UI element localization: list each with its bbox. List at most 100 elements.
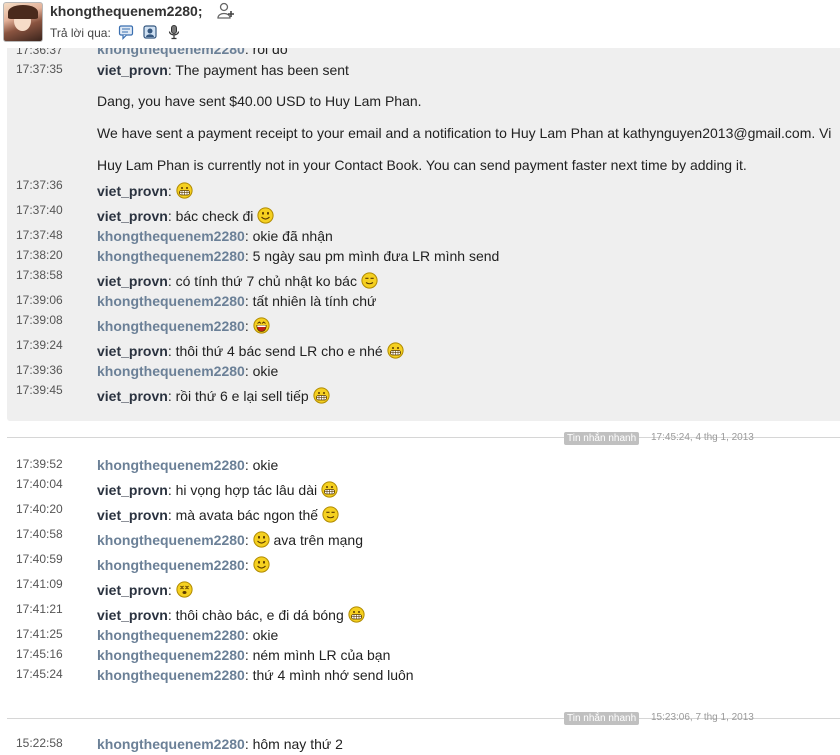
message-line: viet_provn: mà avata bác ngon thế — [97, 506, 339, 523]
message-text: thôi chào bác, e đi dá bóng — [175, 607, 344, 623]
message-line: Huy Lam Phan is currently not in your Co… — [97, 157, 747, 173]
message-line: khongthequenem2280: okie — [97, 457, 279, 473]
sender-name[interactable]: viet_provn — [97, 607, 168, 623]
chat-header: khongthequenem2280; Trả lời qua: — [0, 0, 840, 48]
message-text: có tính thứ 7 chủ nhật ko bác — [175, 273, 357, 289]
message-time: 17:37:48 — [16, 228, 63, 242]
grin-emoticon-icon — [175, 182, 193, 199]
grin-emoticon-icon — [321, 481, 338, 498]
message-text: 5 ngày sau pm mình đưa LR mình send — [252, 248, 500, 264]
sender-name[interactable]: khongthequenem2280 — [97, 248, 245, 264]
message-line: viet_provn: thôi chào bác, e đi dá bóng — [97, 606, 365, 623]
session-timestamp: 15:23:06, 7 thg 1, 2013 — [651, 712, 754, 723]
message-text: okie đã nhận — [252, 228, 333, 244]
message-time: 17:40:20 — [16, 502, 63, 516]
message-line: viet_provn: có tính thứ 7 chủ nhật ko bá… — [97, 272, 378, 289]
message-text: thôi thứ 4 bác send LR cho e nhé — [175, 343, 383, 359]
message-line: We have sent a payment receipt to your e… — [97, 125, 831, 141]
sender-name[interactable]: khongthequenem2280 — [97, 293, 245, 309]
message-text: mà avata bác ngon thế — [175, 507, 319, 523]
message-time: 17:37:36 — [16, 178, 63, 192]
sender-name[interactable]: viet_provn — [97, 208, 168, 224]
message-time: 17:41:21 — [16, 602, 63, 616]
message-line: viet_provn: — [97, 182, 193, 199]
sender-name[interactable]: khongthequenem2280 — [97, 318, 245, 334]
sender-name[interactable]: khongthequenem2280 — [97, 736, 245, 752]
squint-emoticon-icon — [322, 506, 339, 523]
message-line: khongthequenem2280: hôm nay thứ 2 — [97, 736, 343, 752]
sender-name[interactable]: viet_provn — [97, 183, 168, 199]
message-text: The payment has been sent — [175, 62, 349, 78]
sender-name[interactable]: khongthequenem2280 — [97, 627, 245, 643]
contact-name[interactable]: khongthequenem2280; — [50, 3, 202, 19]
grin-emoticon-icon — [348, 606, 365, 623]
message-text: hôm nay thứ 2 — [252, 736, 343, 752]
message-time: 17:38:20 — [16, 248, 63, 262]
message-text: ava trên mạng — [273, 532, 364, 548]
message-time: 17:41:09 — [16, 577, 63, 591]
message-time: 17:39:45 — [16, 383, 63, 397]
message-time: 17:37:40 — [16, 203, 63, 217]
message-time: 17:39:08 — [16, 313, 63, 327]
message-time: 17:39:24 — [16, 338, 63, 352]
message-line: viet_provn: hi vọng hợp tác lâu dài — [97, 481, 338, 498]
message-time: 17:39:06 — [16, 293, 63, 307]
reply-via-label: Trả lời qua: — [50, 26, 111, 40]
message-text: okie — [252, 627, 279, 643]
message-line: khongthequenem2280: ném mình LR của bạn — [97, 647, 391, 663]
message-line: Dang, you have sent $40.00 USD to Huy La… — [97, 93, 422, 109]
message-time: 17:39:36 — [16, 363, 63, 377]
grin-emoticon-icon — [312, 387, 330, 404]
session-timestamp: 17:45:24, 4 thg 1, 2013 — [651, 432, 754, 443]
smile-emoticon-icon — [253, 556, 270, 573]
message-time: 17:45:16 — [16, 647, 63, 661]
smile-emoticon-icon — [257, 207, 274, 224]
message-line: khongthequenem2280: — [97, 556, 270, 573]
sender-name[interactable]: khongthequenem2280 — [97, 363, 245, 379]
microphone-icon[interactable] — [166, 24, 182, 40]
sender-name[interactable]: viet_provn — [97, 582, 168, 598]
message-time: 17:45:24 — [16, 667, 63, 681]
im-message-icon[interactable] — [118, 24, 134, 40]
sender-name[interactable]: khongthequenem2280 — [97, 557, 245, 573]
sender-name[interactable]: viet_provn — [97, 507, 168, 523]
session-type-badge: Tin nhắn nhanh — [564, 432, 640, 445]
message-time: 17:40:59 — [16, 552, 63, 566]
message-time: 17:37:35 — [16, 62, 63, 76]
message-text: tất nhiên là tính chứ — [252, 293, 377, 309]
message-text: We have sent a payment receipt to your e… — [97, 125, 832, 141]
message-line: khongthequenem2280: okie — [97, 363, 279, 379]
video-call-icon[interactable] — [142, 24, 158, 40]
message-time: 15:22:58 — [16, 736, 63, 750]
dizzy-emoticon-icon — [175, 581, 193, 598]
sender-name[interactable]: viet_provn — [97, 273, 168, 289]
sender-name[interactable]: khongthequenem2280 — [97, 532, 245, 548]
sender-name[interactable]: khongthequenem2280 — [97, 647, 245, 663]
message-text: hi vọng hợp tác lâu dài — [175, 482, 318, 498]
message-text: okie — [252, 457, 279, 473]
squint-emoticon-icon — [361, 272, 378, 289]
sender-name[interactable]: khongthequenem2280 — [97, 457, 245, 473]
sender-name[interactable]: viet_provn — [97, 482, 168, 498]
message-text: okie — [252, 363, 279, 379]
message-time: 17:41:25 — [16, 627, 63, 641]
message-line: khongthequenem2280: tất nhiên là tính ch… — [97, 293, 377, 309]
add-contact-icon[interactable] — [217, 2, 235, 20]
grin-emoticon-icon — [386, 342, 404, 359]
message-line: viet_provn: The payment has been sent — [97, 62, 349, 78]
message-time: 17:40:04 — [16, 477, 63, 491]
message-line: viet_provn: — [97, 581, 193, 598]
sender-name[interactable]: khongthequenem2280 — [97, 667, 245, 683]
contact-avatar[interactable] — [3, 2, 43, 42]
laugh-emoticon-icon — [253, 317, 270, 334]
sender-name[interactable]: viet_provn — [97, 62, 168, 78]
message-line: viet_provn: bác check đi — [97, 207, 274, 224]
sender-name[interactable]: viet_provn — [97, 388, 168, 404]
message-text: rồi thứ 6 e lại sell tiếp — [175, 388, 309, 404]
sender-name[interactable]: khongthequenem2280 — [97, 228, 245, 244]
sender-name[interactable]: viet_provn — [97, 343, 168, 359]
session-type-badge: Tin nhắn nhanh — [564, 712, 640, 725]
message-line: khongthequenem2280: ava trên mạng — [97, 531, 363, 548]
message-line: viet_provn: rồi thứ 6 e lại sell tiếp — [97, 387, 330, 404]
message-time: 17:39:52 — [16, 457, 63, 471]
